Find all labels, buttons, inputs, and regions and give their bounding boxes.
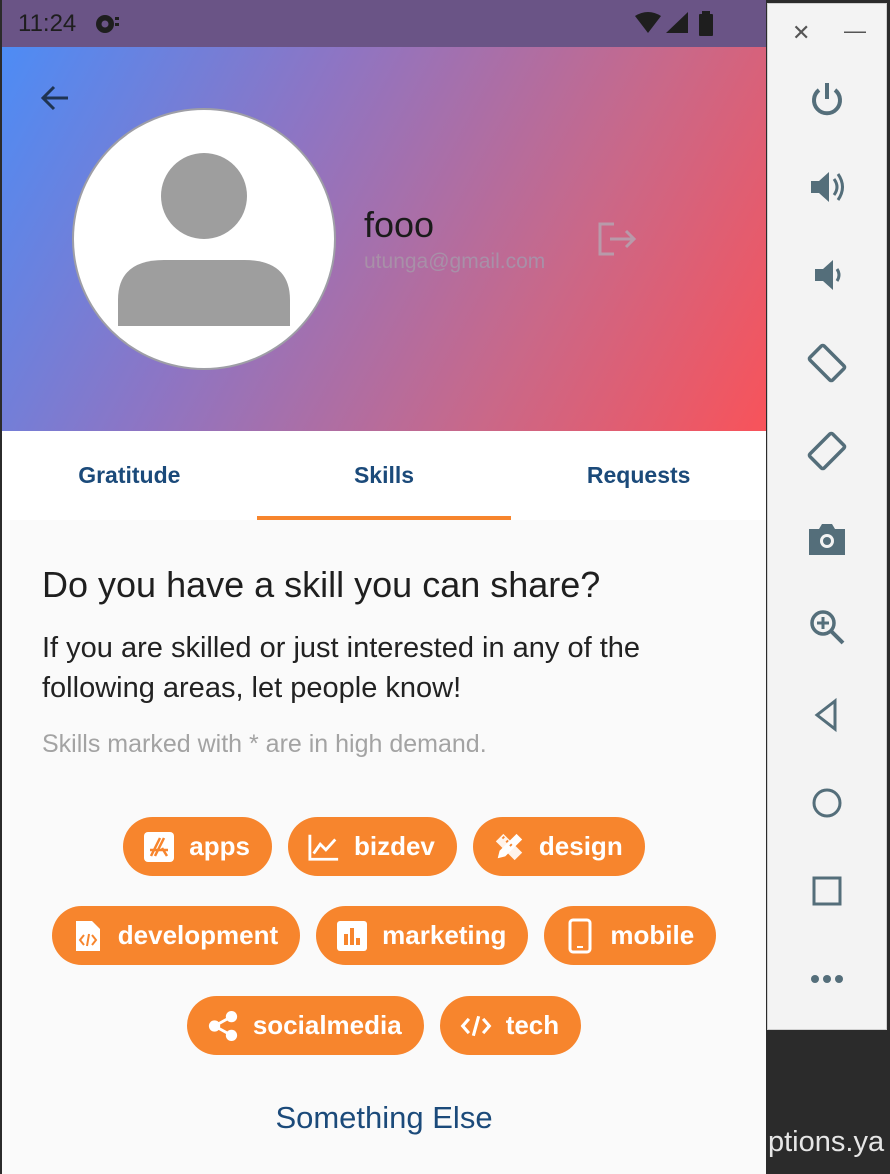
bar-chart-icon [336,920,368,952]
skills-row: development marketing mobile [2,906,766,965]
signal-icon [664,11,690,40]
skills-panel: Do you have a skill you can share? If yo… [2,520,766,1174]
code-file-icon [72,920,104,952]
skill-label: marketing [382,920,507,950]
app-store-icon [143,831,175,863]
skill-chip-tech[interactable]: tech [439,996,582,1055]
more-icon[interactable] [804,956,850,1002]
wifi-icon [634,11,662,40]
skill-chip-marketing[interactable]: marketing [316,906,529,965]
tab-skills[interactable]: Skills [256,431,512,520]
skill-chip-mobile[interactable]: mobile [544,906,717,965]
skills-note: Skills marked with * are in high demand. [42,730,487,758]
skill-label: tech [505,1010,560,1040]
android-phone-screen: 11:24 fooo utunga@gmail.com Gratitude Sk… [2,0,766,1174]
sync-icon [94,13,122,40]
close-icon[interactable]: ✕ [792,20,810,46]
nav-back-icon[interactable] [804,692,850,738]
code-icon [460,1010,492,1042]
status-bar: 11:24 [2,0,766,47]
page-title: Do you have a skill you can share? [42,564,601,605]
skills-row: socialmedia tech [2,996,766,1055]
skill-chip-design[interactable]: design [472,817,645,876]
skill-label: apps [189,831,250,861]
back-arrow-icon[interactable] [38,80,74,116]
status-time: 11:24 [18,10,77,37]
profile-name: fooo [364,204,435,245]
skill-label: socialmedia [252,1010,402,1040]
tab-gratitude[interactable]: Gratitude [2,431,257,520]
battery-icon [698,11,714,42]
skill-chip-development[interactable]: development [51,906,301,965]
skill-chip-bizdev[interactable]: bizdev [287,817,457,876]
skill-label: development [117,920,279,950]
nav-home-icon[interactable] [804,780,850,826]
skill-label: mobile [610,920,695,950]
emulator-control-panel: ✕ — [767,3,887,1030]
tab-requests[interactable]: Requests [511,431,766,520]
rotate-left-icon[interactable] [804,340,850,386]
skills-intro: If you are skilled or just interested in… [42,632,641,704]
skill-chip-socialmedia[interactable]: socialmedia [186,996,424,1055]
power-icon[interactable] [804,76,850,122]
logout-icon[interactable] [596,220,638,258]
volume-down-icon[interactable] [804,252,850,298]
person-silhouette-icon [118,153,290,326]
something-else-button[interactable]: Something Else [2,1100,766,1136]
mobile-phone-icon [564,918,596,953]
zoom-icon[interactable] [804,604,850,650]
skills-row: apps bizdev design [2,817,766,876]
share-icon [207,1010,239,1042]
minimize-icon[interactable]: — [844,18,866,44]
chart-line-icon [308,831,340,863]
avatar[interactable] [72,108,336,370]
volume-up-icon[interactable] [804,164,850,210]
tab-bar: Gratitude Skills Requests [2,431,766,520]
nav-overview-icon[interactable] [804,868,850,914]
skill-label: design [538,831,623,861]
background-editor-text: ptions.ya [768,1126,885,1158]
camera-icon[interactable] [804,516,850,562]
skill-label: bizdev [353,831,435,861]
pencil-ruler-icon [493,831,525,863]
profile-email: utunga@gmail.com [364,250,546,273]
skill-chip-apps[interactable]: apps [123,817,272,876]
rotate-right-icon[interactable] [804,428,850,474]
